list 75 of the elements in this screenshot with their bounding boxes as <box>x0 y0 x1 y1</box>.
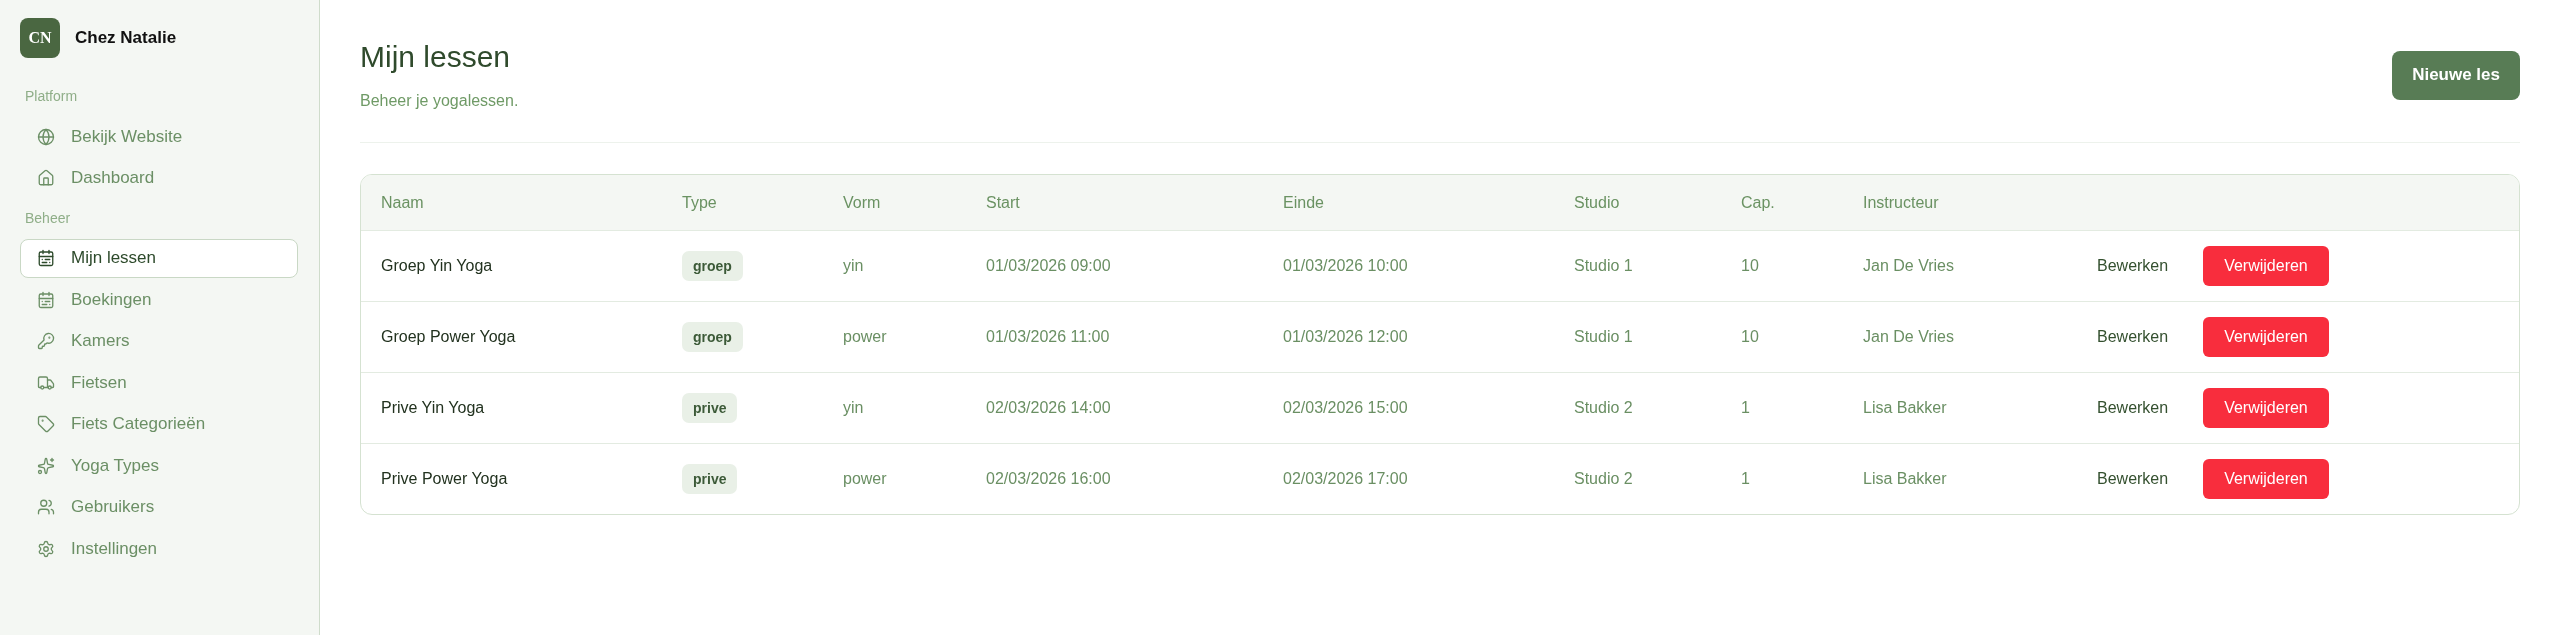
table-cell: 02/03/2026 17:00 <box>1283 470 1408 488</box>
sidebar-item[interactable]: Dashboard <box>20 158 298 198</box>
table-cell: Prive Yin Yoga <box>381 399 485 417</box>
delete-button[interactable]: Verwijderen <box>2203 459 2329 499</box>
table-cell: 1 <box>1741 399 1750 417</box>
sidebar-item[interactable]: Gebruikers <box>20 487 298 527</box>
edit-button[interactable]: Bewerken <box>2085 388 2181 428</box>
table-cell: Jan De Vries <box>1863 328 1954 346</box>
table-cell: Studio 1 <box>1574 328 1633 346</box>
edit-button[interactable]: Bewerken <box>2085 317 2181 357</box>
delete-button[interactable]: Verwijderen <box>2203 388 2329 428</box>
table-cell: 02/03/2026 15:00 <box>1283 399 1408 417</box>
delete-button[interactable]: Verwijderen <box>2203 317 2329 357</box>
table-cell: Prive Power Yoga <box>381 470 508 488</box>
table-cell: yin <box>843 399 864 417</box>
sidebar-item[interactable]: Kamers <box>20 321 298 361</box>
table-cell: 01/03/2026 09:00 <box>986 257 1111 275</box>
table-cell: Studio 2 <box>1574 470 1633 488</box>
table-cell: 02/03/2026 14:00 <box>986 399 1111 417</box>
globe-icon <box>37 127 55 146</box>
calendar-icon <box>37 249 55 267</box>
delete-button[interactable]: Verwijderen <box>2203 246 2329 286</box>
table-cell: power <box>843 328 887 346</box>
table-cell: yin <box>843 257 864 275</box>
column-header: Studio <box>1574 193 1620 212</box>
table-cell: Groep Yin Yoga <box>381 257 493 275</box>
type-tag: prive <box>682 464 738 494</box>
sidebar-item[interactable]: Fiets Categorieën <box>20 404 298 444</box>
section-label: Platform <box>25 87 78 106</box>
sparkles-icon <box>37 456 55 475</box>
sidebar-item[interactable]: Instellingen <box>20 529 298 568</box>
truck-icon <box>37 373 55 392</box>
type-tag: groep <box>682 251 743 281</box>
column-header: Start <box>986 193 1020 212</box>
table-cell: Studio 1 <box>1574 257 1633 275</box>
column-header: Naam <box>381 193 424 212</box>
table-cell: Groep Power Yoga <box>381 328 516 346</box>
column-header: Instructeur <box>1863 193 1939 212</box>
table-cell: 02/03/2026 16:00 <box>986 470 1111 488</box>
sidebar-item[interactable]: Fietsen <box>20 363 298 402</box>
table-cell: 01/03/2026 12:00 <box>1283 328 1408 346</box>
edit-button[interactable]: Bewerken <box>2085 459 2181 499</box>
section-label: Beheer <box>25 208 71 228</box>
column-header: Einde <box>1283 193 1324 212</box>
table-cell: power <box>843 470 887 488</box>
table-cell: Lisa Bakker <box>1863 399 1947 417</box>
brand-name: Chez Natalie <box>75 28 177 48</box>
sidebar-item[interactable]: Mijn lessen <box>20 238 298 278</box>
column-header: Vorm <box>843 193 881 212</box>
users-icon <box>37 498 55 516</box>
table-cell: Studio 2 <box>1574 399 1633 417</box>
sidebar-item[interactable]: Bekijk Website <box>20 117 298 156</box>
sidebar-item[interactable]: Boekingen <box>20 280 298 319</box>
table-cell: 10 <box>1741 257 1759 275</box>
key-icon <box>37 332 55 350</box>
brand-logo: CN <box>20 18 60 58</box>
column-header: Cap. <box>1741 193 1775 212</box>
tag-icon <box>37 415 55 433</box>
table-cell: Jan De Vries <box>1863 257 1954 275</box>
column-header: Type <box>682 193 717 212</box>
settings-icon <box>37 539 55 558</box>
house-icon <box>37 169 55 187</box>
type-tag: prive <box>682 393 738 423</box>
sidebar-item[interactable]: Yoga Types <box>20 446 298 485</box>
page-subtitle: Beheer je yogalessen. <box>360 91 519 111</box>
table-cell: 1 <box>1741 470 1750 488</box>
calendar-icon <box>37 290 55 309</box>
edit-button[interactable]: Bewerken <box>2085 246 2181 286</box>
type-tag: groep <box>682 322 743 352</box>
table-cell: Lisa Bakker <box>1863 470 1947 488</box>
table-cell: 01/03/2026 11:00 <box>986 328 1110 346</box>
table-cell: 01/03/2026 10:00 <box>1283 257 1408 275</box>
page-title: Mijn lessen <box>360 39 511 75</box>
table-cell: 10 <box>1741 328 1759 346</box>
new-lesson-button[interactable]: Nieuwe les <box>2392 50 2520 100</box>
